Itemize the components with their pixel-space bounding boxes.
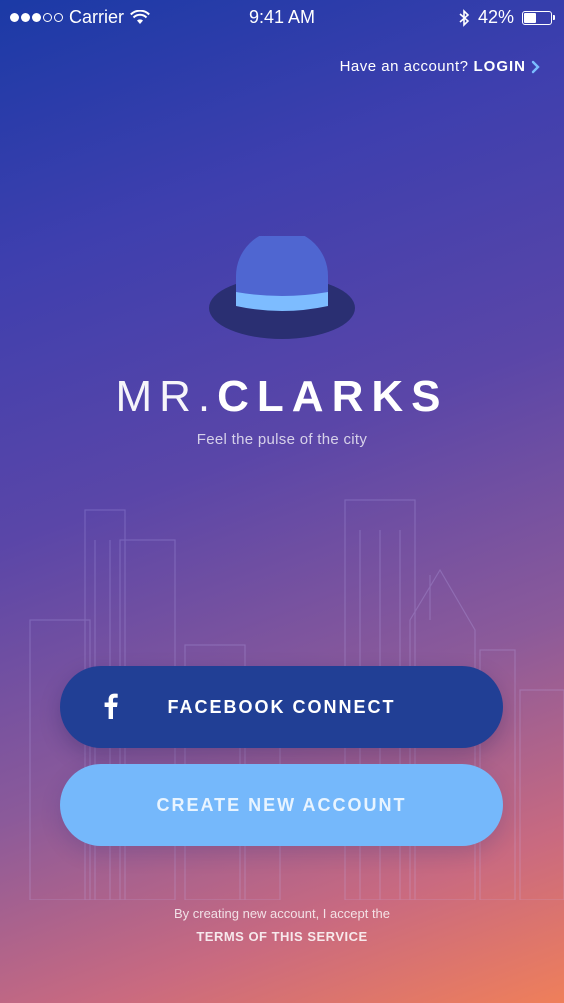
create-account-button[interactable]: CREATE NEW ACCOUNT: [60, 764, 503, 846]
battery-percent: 42%: [477, 7, 514, 27]
facebook-connect-button[interactable]: FACEBOOK CONNECT: [60, 666, 503, 748]
account-prompt: Have an account?: [339, 58, 469, 75]
battery-icon: [522, 10, 555, 25]
chevron-right-icon: [531, 60, 540, 73]
brand-name-light: MR.: [115, 372, 218, 421]
bluetooth-icon: [459, 8, 470, 27]
brand-logo-text: MR.CLARKS: [0, 372, 564, 422]
facebook-icon: [104, 693, 118, 719]
brand-name-bold: CLARKS: [217, 372, 449, 421]
bowler-hat-icon: [209, 236, 355, 339]
terms-of-service-link[interactable]: TERMS OF THIS SERVICE: [0, 929, 564, 944]
facebook-connect-label: FACEBOOK CONNECT: [167, 696, 396, 717]
status-bar: Carrier 9:41 AM 42%: [0, 0, 564, 36]
login-link[interactable]: Have an account? LOGIN: [340, 58, 540, 75]
tagline: Feel the pulse of the city: [196, 431, 368, 448]
login-label: LOGIN: [473, 58, 526, 75]
terms-notice: By creating new account, I accept the TE…: [0, 906, 564, 944]
create-account-label: CREATE NEW ACCOUNT: [156, 794, 407, 815]
status-right: 42%: [459, 7, 555, 28]
terms-text: By creating new account, I accept the: [173, 906, 391, 921]
battery-level: [524, 12, 536, 23]
